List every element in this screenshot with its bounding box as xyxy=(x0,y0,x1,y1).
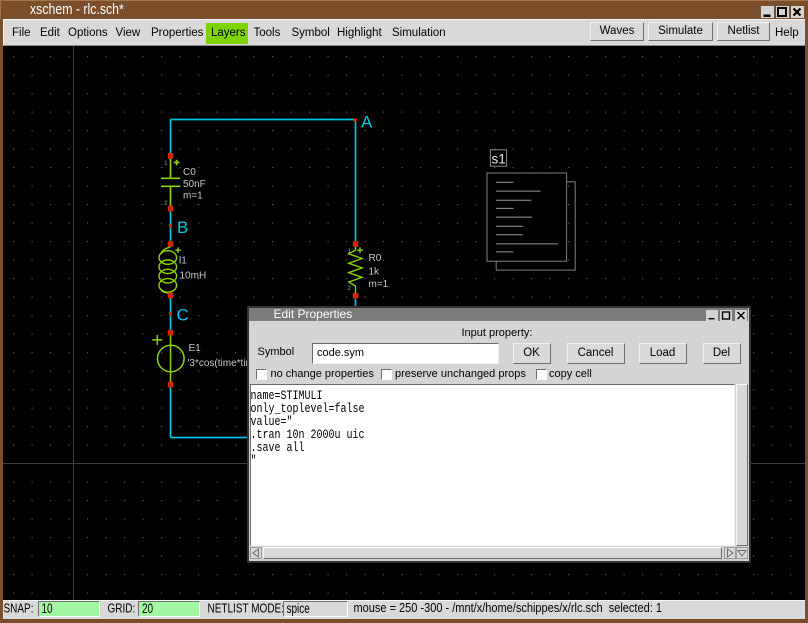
svg-text:2: 2 xyxy=(348,285,352,292)
svg-text:R0: R0 xyxy=(369,253,382,264)
svg-text:10mH: 10mH xyxy=(180,271,207,282)
svg-text:1: 1 xyxy=(164,160,168,167)
svg-text:1: 1 xyxy=(348,248,352,255)
svg-text:C: C xyxy=(177,306,189,325)
svg-text:1k: 1k xyxy=(369,267,381,278)
svg-text:'3*cos(time*tim: '3*cos(time*tim xyxy=(188,358,254,369)
svg-text:m=1: m=1 xyxy=(369,279,389,290)
svg-text:A: A xyxy=(361,113,373,132)
svg-text:s1: s1 xyxy=(492,152,506,167)
svg-text:m=1: m=1 xyxy=(183,191,203,202)
svg-text:B: B xyxy=(177,218,188,237)
svg-text:C0: C0 xyxy=(183,167,196,178)
svg-text:2: 2 xyxy=(164,200,168,207)
svg-text:50nF: 50nF xyxy=(183,179,206,190)
svg-text:l1: l1 xyxy=(179,256,187,267)
svg-text:E1: E1 xyxy=(189,343,202,354)
